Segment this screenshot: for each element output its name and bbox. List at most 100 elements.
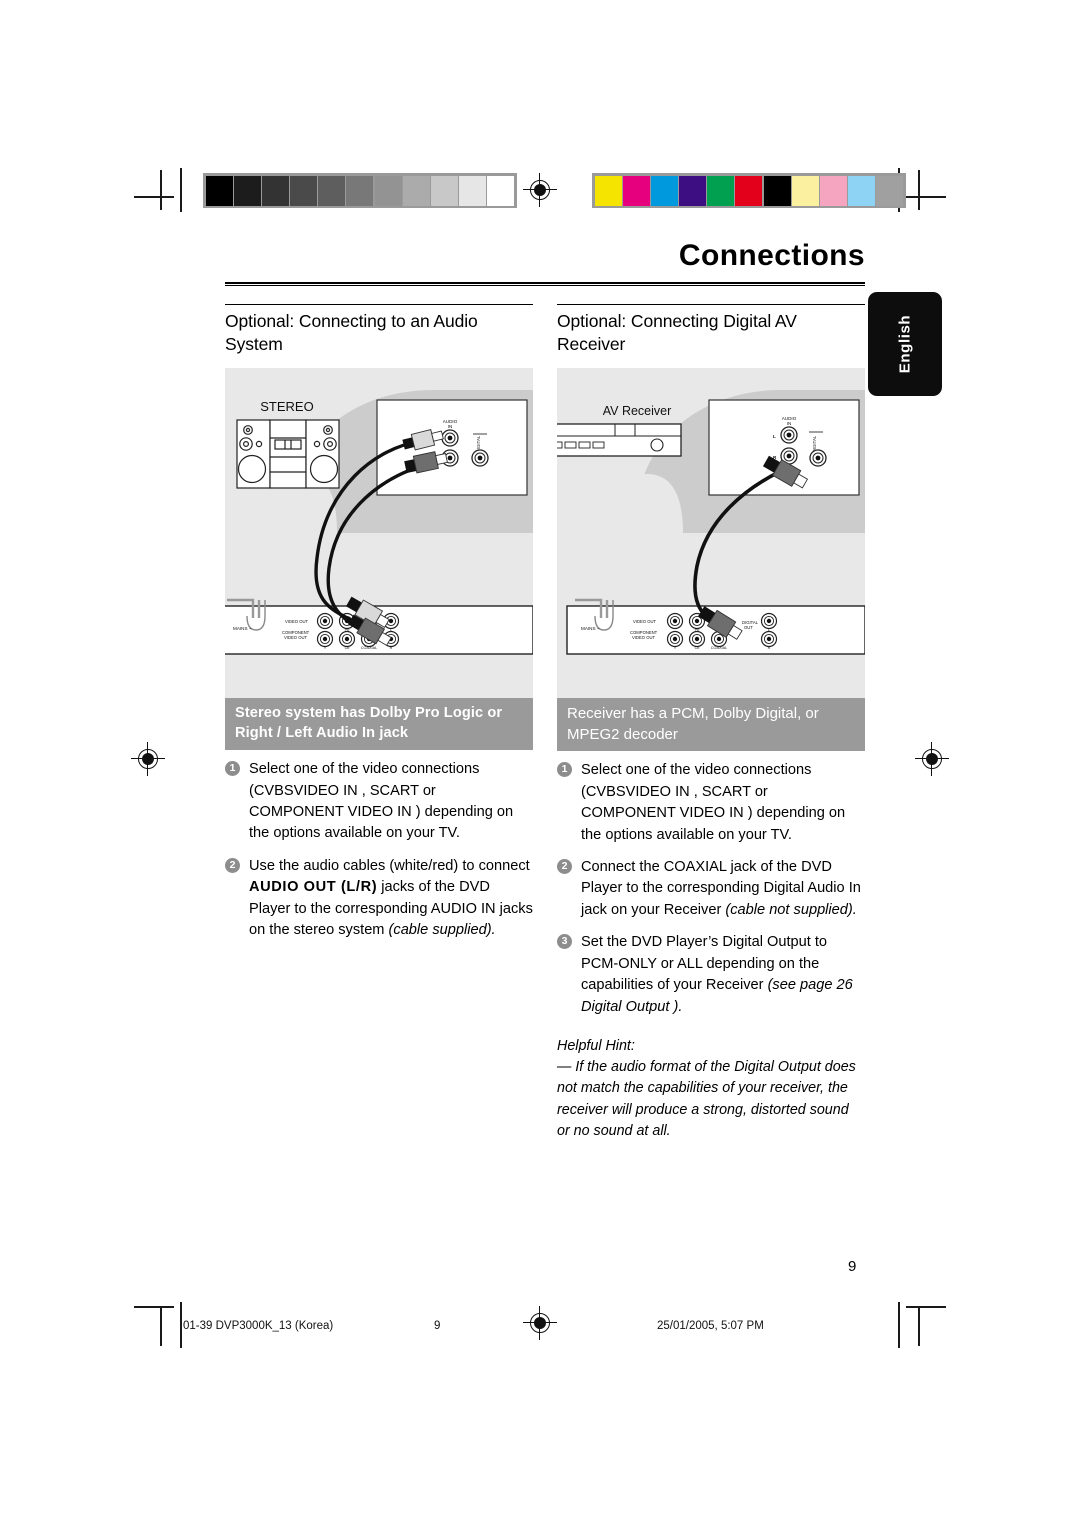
section-banner: Receiver has a PCM, Dolby Digital, or MP… xyxy=(557,697,865,752)
calibration-swatch xyxy=(459,175,487,206)
registration-target-bottom xyxy=(523,1306,557,1340)
step-text: Select one of the video connections (CVB… xyxy=(581,762,846,843)
step-number: 2 xyxy=(225,857,240,873)
calibration-swatch xyxy=(346,175,374,206)
column-heading-rule xyxy=(557,303,865,305)
column-av-receiver: Optional: Connecting Digital AV Receiver… xyxy=(557,303,865,1142)
column-audio-system: Optional: Connecting to an Audio System … xyxy=(225,303,533,1142)
page-number: 9 xyxy=(848,1258,857,1275)
svg-text:Cb: Cb xyxy=(345,646,350,650)
svg-text:OUT: OUT xyxy=(744,625,753,630)
column-heading: Optional: Connecting to an Audio System xyxy=(225,310,478,354)
step-text: Connect the COAXIAL jack of the DVD Play… xyxy=(581,859,861,918)
calibration-swatch xyxy=(402,175,430,206)
step-number: 3 xyxy=(557,934,572,950)
steps-list: 1 Select one of the video connections (C… xyxy=(225,759,533,942)
svg-text:Y: Y xyxy=(324,646,327,650)
step-number: 1 xyxy=(225,761,240,777)
calibration-swatch xyxy=(679,175,707,206)
steps-list: 1 Select one of the video connections (C… xyxy=(557,760,865,1018)
step-item: 1 Select one of the video connections (C… xyxy=(225,759,533,845)
calibration-swatch xyxy=(290,175,318,206)
svg-text:VIDEO OUT: VIDEO OUT xyxy=(632,635,655,640)
calibration-swatch xyxy=(848,175,876,206)
step-text: Use the audio cables (white/red) to conn… xyxy=(249,857,533,939)
svg-text:VIDEO OUT: VIDEO OUT xyxy=(284,635,307,640)
calibration-swatch xyxy=(261,175,289,206)
step-number: 2 xyxy=(557,859,572,875)
svg-text:VIDEO OUT: VIDEO OUT xyxy=(633,619,656,624)
calibration-swatch xyxy=(791,175,819,206)
svg-text:IN: IN xyxy=(787,421,792,426)
crop-mark-bl-v xyxy=(160,1306,162,1346)
av-receiver-drawing xyxy=(557,423,682,457)
crop-mark-tl-v2 xyxy=(180,168,182,212)
page-body: Connections Optional: Connecting to an A… xyxy=(225,240,865,1142)
calibration-swatch xyxy=(318,175,346,206)
column-heading: Optional: Connecting Digital AV Receiver xyxy=(557,310,797,354)
calibration-swatch xyxy=(876,175,904,206)
calibration-swatch xyxy=(374,175,402,206)
calibration-swatch xyxy=(233,175,261,206)
language-tab: English xyxy=(868,292,942,396)
calibration-swatch xyxy=(594,175,622,206)
svg-text:MAINS ~: MAINS ~ xyxy=(581,626,600,631)
registration-target-right xyxy=(915,742,949,776)
hint-title: Helpful Hint: xyxy=(557,1038,635,1055)
step-number: 1 xyxy=(557,762,572,778)
svg-text:Y: Y xyxy=(674,646,677,650)
calibration-swatch xyxy=(735,175,763,206)
calibration-swatch xyxy=(487,175,515,206)
step-item: 2 Use the audio cables (white/red) to co… xyxy=(225,856,533,942)
crop-mark-br-h xyxy=(906,1306,946,1308)
av-receiver-label: AV Receiver xyxy=(603,404,672,418)
page-title: Connections xyxy=(678,239,865,272)
print-slug-filename: 01-39 DVP3000K_13 (Korea) xyxy=(183,1320,334,1332)
grayscale-calibration-bar xyxy=(203,173,517,208)
calibration-swatch xyxy=(650,175,678,206)
svg-text:R: R xyxy=(768,646,771,650)
crop-mark-bl-h xyxy=(134,1306,174,1308)
calibration-swatch xyxy=(622,175,650,206)
crop-mark-br-v xyxy=(918,1306,920,1346)
figure-av-receiver: AUDIO IN L R DIGITAL AV Receiver MAINS ~… xyxy=(557,367,865,698)
crop-mark-tr-h xyxy=(906,196,946,198)
calibration-swatch xyxy=(763,175,791,206)
crop-mark-tl-v xyxy=(160,170,162,210)
calibration-swatch xyxy=(707,175,735,206)
step-text: Select one of the video connections (CVB… xyxy=(249,761,514,842)
step-item: 2 Connect the COAXIAL jack of the DVD Pl… xyxy=(557,857,865,921)
title-rule xyxy=(225,281,865,286)
stereo-label: STEREO xyxy=(260,399,313,414)
registration-target-top xyxy=(523,173,557,207)
svg-text:VIDEO OUT: VIDEO OUT xyxy=(285,619,308,624)
svg-text:Cb: Cb xyxy=(695,646,700,650)
svg-text:R: R xyxy=(390,646,393,650)
crop-mark-bl-v2 xyxy=(180,1302,182,1348)
registration-target-left xyxy=(131,742,165,776)
step-item: 3 Set the DVD Player’s Digital Output to… xyxy=(557,932,865,1018)
stereo-system-drawing xyxy=(236,419,340,489)
column-heading-rule xyxy=(225,303,533,305)
step-item: 1 Select one of the video connections (C… xyxy=(557,760,865,846)
print-slug-page: 9 xyxy=(434,1320,441,1332)
language-tab-label: English xyxy=(896,314,914,374)
svg-text:IN: IN xyxy=(448,424,453,429)
calibration-swatch xyxy=(820,175,847,206)
crop-mark-tl-h xyxy=(134,196,174,198)
svg-text:COAXIAL: COAXIAL xyxy=(361,646,377,650)
step-text: Set the DVD Player’s Digital Output to P… xyxy=(581,934,853,1015)
section-banner: Stereo system has Dolby Pro Logic or Rig… xyxy=(225,697,533,751)
svg-text:COAXIAL: COAXIAL xyxy=(711,646,727,650)
hint-body: — If the audio format of the Digital Out… xyxy=(557,1059,856,1139)
crop-mark-br-v2 xyxy=(898,1302,900,1348)
svg-text:L: L xyxy=(773,434,776,439)
print-slug-date: 25/01/2005, 5:07 PM xyxy=(657,1320,764,1332)
figure-audio-system: AUDIO IN DIGITAL STEREO MAINS ~ VIDEO OU… xyxy=(225,367,533,698)
svg-text:MAINS ~: MAINS ~ xyxy=(233,626,252,631)
helpful-hint: Helpful Hint: — If the audio format of t… xyxy=(557,1036,865,1142)
crop-mark-tr-v xyxy=(918,170,920,210)
color-calibration-bar xyxy=(592,173,906,208)
calibration-swatch xyxy=(431,175,458,206)
calibration-swatch xyxy=(205,175,233,206)
